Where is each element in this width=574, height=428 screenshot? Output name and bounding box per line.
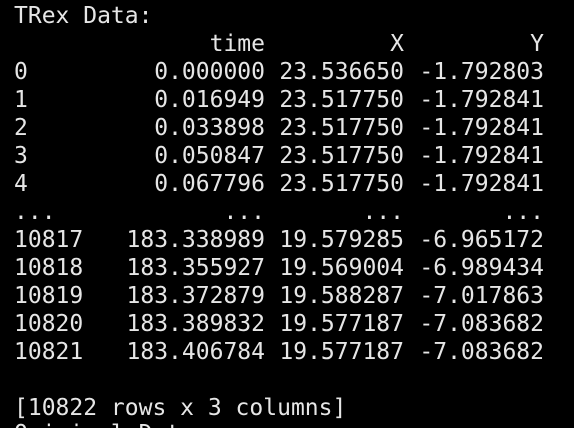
header-time: time [209,31,265,57]
cell-index: ... [14,199,56,225]
cell-y: -7.017863 [419,283,544,309]
cell-x: 23.536650 [279,59,404,85]
cell-time: ... [223,199,265,225]
cell-x: 23.517750 [279,87,404,113]
cell-y: -6.965172 [419,227,544,253]
cell-time: 0.050847 [154,143,265,169]
table-row: 10817 183.338989 19.579285 -6.965172 [0,226,574,254]
cell-y: -1.792841 [419,115,544,141]
cell-index: 10821 [14,339,84,365]
row-count-summary: [10822 rows x 3 columns] [14,395,347,421]
cell-time: 0.033898 [154,115,265,141]
next-output-cutoff: Original Data: [14,420,208,428]
cell-y: ... [502,199,544,225]
cell-time: 0.016949 [154,87,265,113]
cell-x: 19.569004 [279,255,404,281]
cell-y: -7.083682 [419,311,544,337]
cell-time: 183.389832 [126,311,265,337]
cell-x: 23.517750 [279,115,404,141]
table-row: 10818 183.355927 19.569004 -6.989434 [0,254,574,282]
table-row: 0 0.000000 23.536650 -1.792803 [0,58,574,86]
cell-time: 183.372879 [126,283,265,309]
cell-x: 23.517750 [279,171,404,197]
cell-x: 19.577187 [279,311,404,337]
cell-y: -6.989434 [419,255,544,281]
cell-index: 1 [14,87,28,113]
cell-x: 19.588287 [279,283,404,309]
summary-line: [10822 rows x 3 columns] [0,394,574,422]
header-x: X [390,31,404,57]
cell-x: ... [362,199,404,225]
table-row: 10819 183.372879 19.588287 -7.017863 [0,282,574,310]
cell-time: 0.000000 [154,59,265,85]
cell-time: 183.355927 [126,255,265,281]
cell-y: -1.792841 [419,143,544,169]
cell-index: 10819 [14,283,84,309]
table-row: 10821 183.406784 19.577187 -7.083682 [0,338,574,366]
cell-x: 19.577187 [279,339,404,365]
cell-x: 23.517750 [279,143,404,169]
cell-time: 0.067796 [154,171,265,197]
table-header-row: time X Y [0,30,574,58]
cell-index: 3 [14,143,28,169]
cell-time: 183.338989 [126,227,265,253]
cell-index: 10817 [14,227,84,253]
table-row: 10820 183.389832 19.577187 -7.083682 [0,310,574,338]
cell-y: -1.792841 [419,87,544,113]
cell-y: -7.083682 [419,339,544,365]
cell-index: 10818 [14,255,84,281]
cell-x: 19.579285 [279,227,404,253]
table-row: ............ [0,198,574,226]
cell-index: 2 [14,115,28,141]
terminal-output: ... TRex Data: time X Y 0 0.000000 23.5366… [0,0,574,428]
table-row: 4 0.067796 23.517750 -1.792841 [0,170,574,198]
cell-index: 10820 [14,311,84,337]
cell-time: 183.406784 [126,339,265,365]
cell-y: -1.792841 [419,171,544,197]
table-row: 3 0.050847 23.517750 -1.792841 [0,142,574,170]
table-row: 1 0.016949 23.517750 -1.792841 [0,86,574,114]
dataframe-label: TRex Data: [14,3,153,29]
table-row: 2 0.033898 23.517750 -1.792841 [0,114,574,142]
cell-index: 0 [14,59,28,85]
dataframe-label-line: TRex Data: [0,2,574,30]
cell-y: -1.792803 [419,59,544,85]
cell-index: 4 [14,171,28,197]
header-y: Y [530,31,544,57]
